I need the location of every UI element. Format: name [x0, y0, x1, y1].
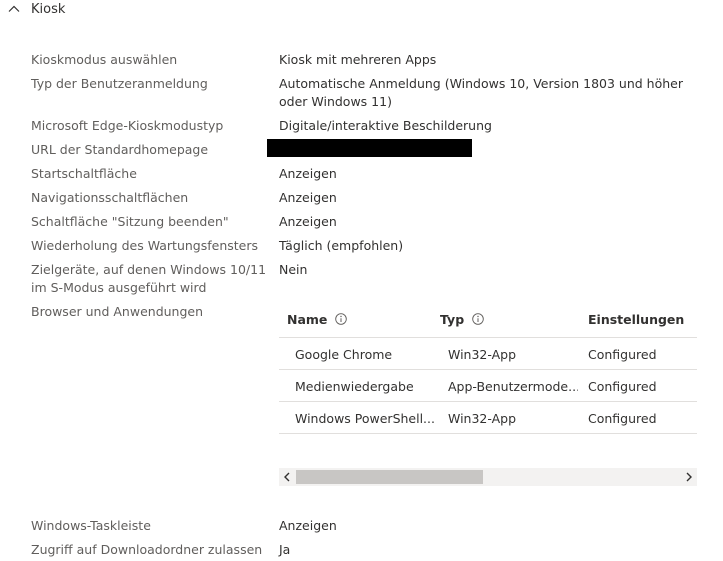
cell-type: Win32-App [448, 410, 517, 426]
cell-name: Medienwiedergabe [295, 378, 414, 394]
column-header-label: Typ [440, 311, 465, 327]
info-icon[interactable] [335, 313, 348, 325]
column-header-type[interactable]: Typ [440, 304, 484, 334]
cell-settings: Configured [588, 410, 657, 426]
setting-label: Kioskmodus auswählen [31, 52, 178, 67]
cell-type: App-Benutzermode... [448, 378, 578, 394]
chevron-up-icon [7, 2, 21, 16]
redacted-url-value [267, 139, 472, 157]
setting-value: Täglich (empfohlen) [279, 238, 404, 253]
setting-label: Navigationsschaltflächen [31, 190, 189, 205]
chevron-right-icon[interactable] [681, 468, 697, 486]
table-row[interactable]: Google Chrome Win32-App Configured [279, 337, 697, 370]
setting-value: Anzeigen [279, 518, 337, 533]
setting-label: Windows-Taskleiste [31, 518, 151, 533]
setting-label: Typ der Benutzeranmeldung [31, 76, 208, 91]
table-row[interactable]: Medienwiedergabe App-Benutzermode... Con… [279, 369, 697, 402]
setting-value: Anzeigen [279, 166, 337, 181]
setting-value: Ja [279, 542, 291, 557]
info-icon[interactable] [472, 313, 484, 325]
chevron-left-icon[interactable] [279, 468, 295, 486]
setting-value: Automatische Anmeldung (Windows 10, Vers… [279, 76, 684, 109]
setting-label: Browser und Anwendungen [31, 304, 204, 319]
setting-value: Digitale/interaktive Beschilderung [279, 118, 492, 133]
setting-label: Schaltfläche "Sitzung beenden" [31, 214, 229, 229]
setting-label: URL der Standardhomepage [31, 142, 209, 157]
setting-value: Kiosk mit mehreren Apps [279, 52, 437, 67]
table-divider [279, 433, 697, 434]
cell-name: Google Chrome [295, 346, 393, 362]
section-header-kiosk[interactable]: Kiosk [7, 0, 65, 18]
section-title: Kiosk [31, 1, 66, 17]
setting-label: Microsoft Edge-Kioskmodustyp [31, 118, 224, 133]
setting-label: Zielgeräte, auf denen Windows 10/11 im S… [31, 262, 267, 295]
setting-label: Zugriff auf Downloadordner zulassen [31, 542, 263, 557]
cell-settings: Configured [588, 346, 657, 362]
setting-value: Anzeigen [279, 214, 337, 229]
cell-name: Windows PowerShell... [295, 410, 435, 426]
column-header-label: Name [287, 311, 328, 327]
column-header-label: Einstellungen [588, 311, 685, 327]
setting-label: Wiederholung des Wartungsfensters [31, 238, 259, 253]
setting-value: Nein [279, 262, 308, 277]
scrollbar-thumb[interactable] [296, 470, 483, 484]
cell-settings: Configured [588, 378, 657, 394]
setting-label: Startschaltfläche [31, 166, 137, 181]
horizontal-scrollbar[interactable] [279, 468, 697, 486]
column-header-name[interactable]: Name [287, 304, 348, 334]
cell-type: Win32-App [448, 346, 517, 362]
table-row[interactable]: Windows PowerShell... Win32-App Configur… [279, 401, 697, 434]
setting-value: Anzeigen [279, 190, 337, 205]
column-header-settings[interactable]: Einstellungen [588, 304, 684, 334]
